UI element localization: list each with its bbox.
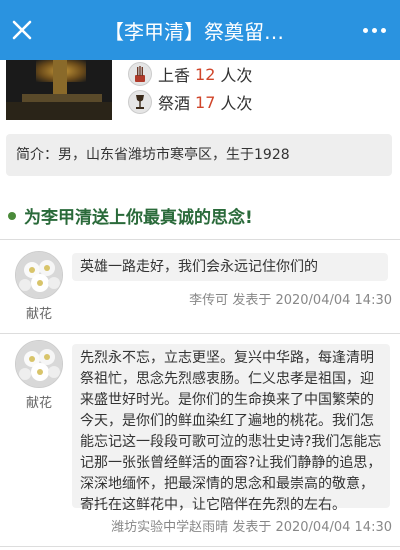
memorial-header: 上香 12 人次 祭酒 17 人次: [0, 60, 400, 128]
section-title: 为李甲清送上你最真诚的思念!: [8, 203, 253, 228]
flower-icon: [15, 251, 63, 299]
message-datetime: 2020/04/04 14:30: [275, 293, 392, 308]
wine-stat: 祭酒 17 人次: [128, 90, 252, 114]
top-bar: 【李甲清】祭奠留…: [0, 0, 400, 60]
wine-icon: [128, 90, 152, 114]
flower-action-label: 献花: [25, 396, 52, 411]
incense-icon: [128, 62, 152, 86]
message-meta: 潍坊实验中学赵雨晴 发表于 2020/04/04 14:30: [111, 516, 392, 535]
flower-avatar: 献花: [13, 251, 65, 322]
incense-stat: 上香 12 人次: [128, 62, 252, 86]
message-bubble: 先烈永不忘，立志更坚。复兴中华路，每逢清明祭祖忙，思念先烈感衷肠。仁义忠孝是祖国…: [72, 344, 390, 513]
more-dots-icon[interactable]: [348, 0, 400, 60]
memorial-photo: [6, 60, 112, 120]
message-item: 献花 先烈永不忘，立志更坚。复兴中华路，每逢清明祭祖忙，思念先烈感衷肠。仁义忠孝…: [0, 340, 400, 540]
intro-box: 简介：男，山东省潍坊市寒亭区，生于1928: [6, 134, 392, 176]
message-published-label: 发表于: [232, 293, 272, 308]
message-datetime: 2020/04/04 14:30: [275, 520, 392, 535]
divider: [0, 546, 400, 547]
message-published-label: 发表于: [232, 520, 272, 535]
incense-count: 12: [195, 64, 216, 84]
divider: [0, 239, 400, 240]
wine-label: 祭酒: [158, 94, 191, 113]
bullet-icon: [8, 211, 16, 220]
message-meta: 李传可 发表于 2020/04/04 14:30: [189, 289, 392, 308]
incense-unit: 人次: [220, 66, 253, 85]
section-title-text: 为李甲清送上你最真诚的思念!: [24, 208, 253, 228]
incense-label: 上香: [158, 66, 191, 85]
wine-count: 17: [195, 92, 216, 112]
message-item: 献花 英雄一路走好，我们会永远记住你们的 李传可 发表于 2020/04/04 …: [0, 251, 400, 331]
message-author: 潍坊实验中学赵雨晴: [111, 520, 229, 535]
flower-action-label: 献花: [25, 307, 52, 322]
flower-avatar: 献花: [13, 340, 65, 411]
flower-icon: [15, 340, 63, 388]
message-bubble: 英雄一路走好，我们会永远记住你们的: [72, 253, 388, 281]
wine-unit: 人次: [220, 94, 253, 113]
close-icon[interactable]: [0, 0, 44, 60]
page-title: 【李甲清】祭奠留…: [104, 19, 284, 44]
message-author: 李传可: [189, 293, 229, 308]
divider: [0, 333, 400, 334]
